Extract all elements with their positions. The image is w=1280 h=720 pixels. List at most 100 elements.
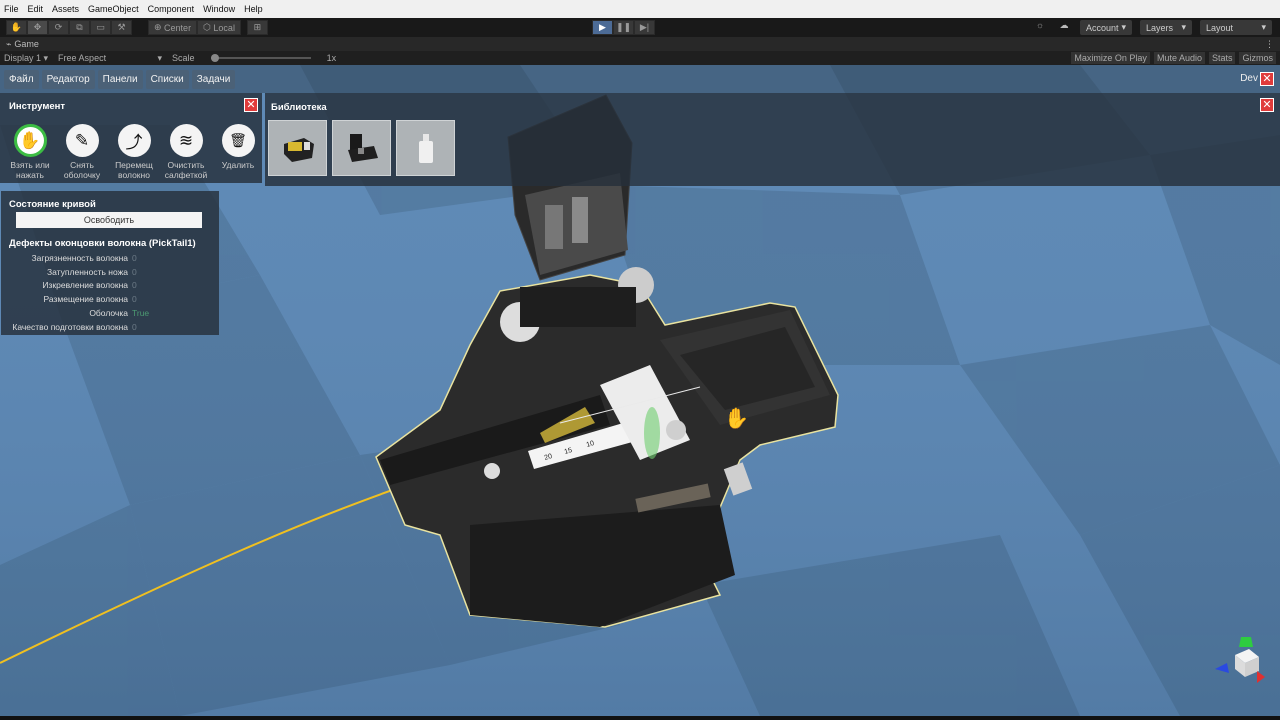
cloud-icon[interactable]: ☁ <box>1056 20 1072 35</box>
pivot-center-label: Center <box>164 22 192 33</box>
hand-cursor-icon: ✋ <box>724 406 749 430</box>
layout-dropdown[interactable]: Layout ▾ <box>1200 20 1272 35</box>
tool-panel-title: Инструмент <box>9 101 66 112</box>
tool-move-fiber-label: Перемещ волокно <box>115 160 153 180</box>
menu-file[interactable]: File <box>4 4 19 14</box>
library-panel-close-icon[interactable]: ✕ <box>1260 98 1274 112</box>
chevron-down-icon: ▾ <box>1121 22 1126 32</box>
pivot-local-button[interactable]: ⬡ Local <box>197 20 241 35</box>
route-icon: ⤴ <box>117 124 151 157</box>
menu-help[interactable]: Help <box>244 4 263 14</box>
trash-icon: 🗑 <box>221 124 255 157</box>
defect-key: Затупленность ножа <box>47 266 128 277</box>
curve-status-panel: Состояние кривой Освободить Дефекты окон… <box>1 191 219 335</box>
menu-window[interactable]: Window <box>203 4 235 14</box>
defects-list: Загрязненность волокна 0 Затупленность но… <box>1 251 219 334</box>
pivot-toggles: ⊕ Center ⬡ Local ⊞ <box>148 20 268 35</box>
app-menu-editor[interactable]: Редактор <box>41 69 95 89</box>
tool-panel: Инструмент ✕ ✋ Взять или нажать ✎ Снять … <box>0 93 262 183</box>
menu-assets[interactable]: Assets <box>52 4 79 14</box>
menu-component[interactable]: Component <box>148 4 195 14</box>
gizmos-toggle[interactable]: Gizmos <box>1239 52 1276 64</box>
bottle-icon <box>418 134 433 163</box>
display-label: Display 1 <box>4 52 42 63</box>
play-icon[interactable]: ▶ <box>592 20 613 35</box>
app-menubar: Файл Редактор Панели Списки Задачи Dev ✕ <box>0 65 1280 93</box>
scale-label: Scale <box>172 53 195 63</box>
scale-value: 1x <box>326 53 337 63</box>
more-options-icon[interactable]: ⋮ <box>1265 39 1274 50</box>
maximize-on-play-toggle[interactable]: Maximize On Play <box>1071 52 1150 64</box>
rotate-tool-icon[interactable]: ⟳ <box>48 20 69 35</box>
defect-row: Оболочка True <box>1 306 219 320</box>
defect-key: Загрязненность волокна <box>31 252 128 263</box>
tool-strip-button[interactable]: ✎ Снять оболочку <box>56 124 108 180</box>
game-tab[interactable]: ⌁ Game ⋮ <box>0 37 1280 51</box>
defect-key: Качество подготовки волокна <box>12 321 128 332</box>
orientation-gizmo-icon[interactable] <box>1213 633 1267 687</box>
app-menu-lists[interactable]: Списки <box>145 69 189 89</box>
defect-value: 0 <box>132 266 137 277</box>
library-item-cleaver-black[interactable] <box>332 120 391 176</box>
menu-gameobject[interactable]: GameObject <box>88 4 139 14</box>
tool-clean-button[interactable]: ≋ Очистить салфеткой <box>160 124 212 180</box>
move-tool-icon[interactable]: ✥ <box>27 20 48 35</box>
defect-key: Изкревление волокна <box>42 280 128 291</box>
tool-panel-close-icon[interactable]: ✕ <box>244 98 258 112</box>
tool-move-fiber-button[interactable]: ⤴ Перемещ волокно <box>108 124 160 180</box>
app-menu-tasks[interactable]: Задачи <box>191 69 236 89</box>
step-icon[interactable]: ▶| <box>634 20 655 35</box>
stats-toggle[interactable]: Stats <box>1208 52 1236 64</box>
release-button[interactable]: Освободить <box>16 212 202 228</box>
dev-label[interactable]: Dev <box>1240 73 1258 84</box>
scale-slider-handle[interactable] <box>210 54 219 62</box>
defect-key: Оболочка <box>89 308 128 319</box>
scale-slider[interactable] <box>210 54 311 62</box>
tool-grab-label: Взять или нажать <box>10 160 50 180</box>
pause-icon[interactable]: ❚❚ <box>613 20 634 35</box>
library-panel-title: Библиотека <box>271 102 327 113</box>
transform-tools: ✋ ✥ ⟳ ⧉ ▭ ⚒ <box>6 20 132 35</box>
account-label: Account <box>1086 22 1119 33</box>
rect-tool-icon[interactable]: ▭ <box>90 20 111 35</box>
grid-snap-icon[interactable]: ⊞ <box>246 20 268 35</box>
defect-value: 0 <box>132 294 137 305</box>
pen-icon: ✎ <box>65 124 99 157</box>
bottom-bar <box>0 716 1280 720</box>
editor-menubar: File Edit Assets GameObject Component Wi… <box>0 0 1280 18</box>
hand-icon: ✋ <box>13 124 47 157</box>
tool-grab-button[interactable]: ✋ Взять или нажать <box>4 124 56 180</box>
aspect-dropdown[interactable]: Free Aspect ▾ <box>58 53 162 64</box>
hand-tool-icon[interactable]: ✋ <box>6 20 27 35</box>
library-item-cleaver-yellow[interactable] <box>268 120 327 176</box>
curve-status-title: Состояние кривой <box>9 199 96 210</box>
defect-value: 0 <box>132 280 137 291</box>
scale-tool-icon[interactable]: ⧉ <box>69 20 90 35</box>
tool-delete-label: Удалить <box>221 160 255 170</box>
aspect-label: Free Aspect <box>58 52 107 63</box>
defects-title: Дефекты оконцовки волокна (PickTail1) <box>9 238 196 249</box>
play-controls: ▶ ❚❚ ▶| <box>592 20 655 35</box>
pivot-center-button[interactable]: ⊕ Center <box>148 20 198 35</box>
cleaver-yellow-icon <box>283 138 314 162</box>
app-close-icon[interactable]: ✕ <box>1260 72 1274 86</box>
app-menu-file[interactable]: Файл <box>4 69 39 89</box>
display-dropdown[interactable]: Display 1 ▾ <box>4 53 48 64</box>
chevron-down-icon: ▾ <box>1181 22 1186 32</box>
mute-audio-toggle[interactable]: Mute Audio <box>1153 52 1205 64</box>
game-viewport[interactable]: 20 15 10 ✋ Файл Редактор Панели Списки З… <box>0 65 1280 716</box>
tool-strip-label: Снять оболочку <box>63 160 101 180</box>
defect-row: Размещение волокна 0 <box>1 292 219 306</box>
lighting-icon[interactable]: ☼ <box>1032 20 1048 35</box>
library-item-bottle[interactable] <box>396 120 455 176</box>
chevron-down-icon: ▾ <box>157 52 163 63</box>
editor-toolbar: ✋ ✥ ⟳ ⧉ ▭ ⚒ ⊕ Center ⬡ Local ⊞ ▶ ❚❚ ▶| ☼… <box>0 18 1280 37</box>
transform-tool-icon[interactable]: ⚒ <box>111 20 132 35</box>
gamepad-icon: ⌁ <box>6 38 12 49</box>
app-menu-panels[interactable]: Панели <box>97 69 143 89</box>
account-dropdown[interactable]: Account ▾ <box>1080 20 1132 35</box>
menu-edit[interactable]: Edit <box>28 4 44 14</box>
hand-glyph: ✋ <box>16 127 44 154</box>
layers-dropdown[interactable]: Layers ▾ <box>1140 20 1192 35</box>
tool-delete-button[interactable]: 🗑 Удалить <box>212 124 264 180</box>
